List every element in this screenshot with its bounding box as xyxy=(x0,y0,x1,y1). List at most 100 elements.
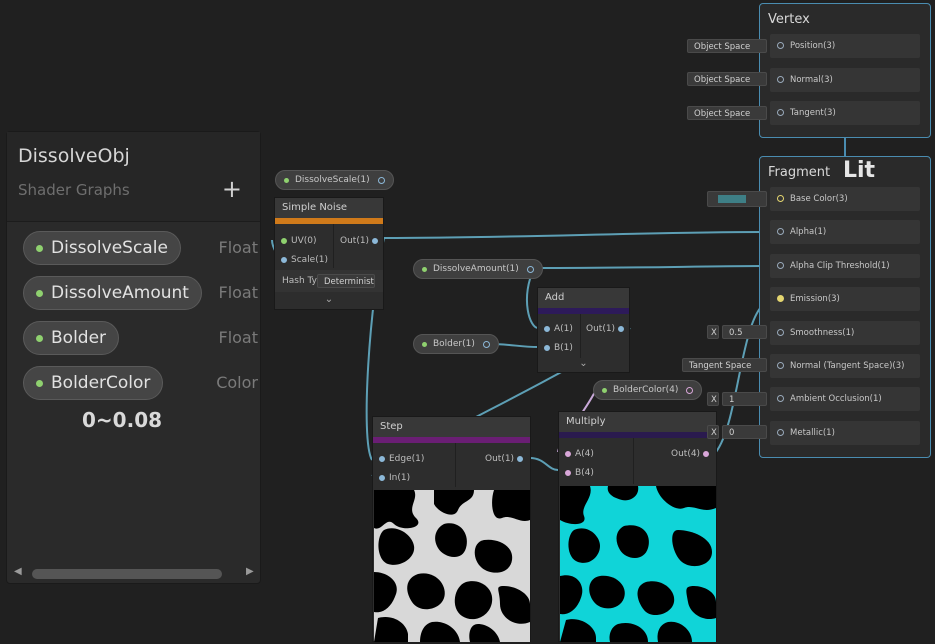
tangent-space-field[interactable]: Object Space xyxy=(687,106,767,120)
divider xyxy=(455,443,456,487)
port-icon xyxy=(777,362,784,369)
normal-space-field[interactable]: Tangent Space xyxy=(682,358,767,372)
input-port-b[interactable]: B(4) xyxy=(565,468,594,478)
vertex-slot-position[interactable]: Position(3) xyxy=(770,34,920,58)
smoothness-field[interactable]: 0.5 xyxy=(722,325,767,339)
port-icon xyxy=(544,325,550,332)
port-label: Out(4) xyxy=(671,449,701,459)
multiply-node[interactable]: Multiply A(4) B(4) Out(4) xyxy=(558,411,717,642)
wire-amount-to-clip xyxy=(533,265,771,269)
fragment-context[interactable]: Fragment Base Color(3) Alpha(1) Alpha Cl… xyxy=(759,156,931,458)
ao-x-label: X xyxy=(707,392,719,406)
position-space-field[interactable]: Object Space xyxy=(687,39,767,53)
divider xyxy=(333,224,334,268)
output-port-out[interactable]: Out(1) xyxy=(485,454,527,464)
property-pill-boldercolor[interactable]: BolderColor xyxy=(23,366,164,400)
property-node-dissolvescale[interactable]: DissolveScale(1) xyxy=(275,170,394,190)
node-title: Add xyxy=(538,288,629,308)
property-type: Color xyxy=(216,373,258,392)
output-port-icon[interactable] xyxy=(482,340,490,348)
input-port-scale[interactable]: Scale(1) xyxy=(281,255,328,265)
wire-noise-out-to-alpha xyxy=(383,231,771,239)
port-label: B(4) xyxy=(575,468,594,478)
exposed-dot-icon xyxy=(36,244,43,252)
fragment-slot-emission[interactable]: Emission(3) xyxy=(770,287,920,311)
lit-label: Lit xyxy=(843,158,876,183)
scroll-thumb[interactable] xyxy=(32,569,222,579)
output-port-icon[interactable] xyxy=(686,386,694,394)
base-color-field[interactable] xyxy=(707,191,767,207)
input-port-edge[interactable]: Edge(1) xyxy=(379,454,424,464)
input-port-a[interactable]: A(4) xyxy=(565,449,594,459)
property-row: BolderColor Color xyxy=(23,366,258,402)
input-port-a[interactable]: A(1) xyxy=(544,324,573,334)
property-node-boldercolor[interactable]: BolderColor(4) xyxy=(593,380,703,400)
base-color-swatch[interactable] xyxy=(718,195,746,203)
property-pill-bolder[interactable]: Bolder xyxy=(23,321,120,355)
ao-field[interactable]: 1 xyxy=(722,392,767,406)
port-label: Edge(1) xyxy=(389,454,425,464)
hash-type-dropdown[interactable]: Deterministic xyxy=(317,274,375,288)
horizontal-scrollbar[interactable]: ◀ ▶ xyxy=(6,566,261,582)
port-label: B(1) xyxy=(554,343,573,353)
input-port-uv[interactable]: UV(0) xyxy=(281,236,317,246)
add-property-button[interactable]: + xyxy=(222,175,242,203)
scroll-left-icon[interactable]: ◀ xyxy=(14,566,22,577)
vertex-context[interactable]: Vertex Position(3) Normal(3) Tangent(3) xyxy=(759,3,931,138)
expand-preview-icon[interactable]: ⌄ xyxy=(275,294,383,305)
port-label: Scale(1) xyxy=(291,255,328,265)
output-port-icon[interactable] xyxy=(377,176,385,184)
input-port-b[interactable]: B(1) xyxy=(544,343,573,353)
node-title: Multiply xyxy=(559,412,716,432)
exposed-dot-icon xyxy=(284,177,289,183)
slot-label: Smoothness(1) xyxy=(790,328,855,338)
port-label: UV(0) xyxy=(291,236,317,246)
fragment-slot-ao[interactable]: Ambient Occlusion(1) xyxy=(770,387,920,411)
property-row: DissolveScale Float xyxy=(23,231,258,267)
property-node-bolder[interactable]: Bolder(1) xyxy=(413,334,499,354)
port-icon xyxy=(281,237,287,244)
port-icon xyxy=(516,455,523,462)
expand-preview-icon[interactable]: ⌄ xyxy=(538,358,629,369)
fragment-slot-metallic[interactable]: Metallic(1) xyxy=(770,421,920,445)
blackboard-subtitle: Shader Graphs xyxy=(18,181,130,199)
property-node-label: DissolveScale(1) xyxy=(295,175,370,185)
input-port-in[interactable]: In(1) xyxy=(379,473,410,483)
fragment-slot-alpha-clip[interactable]: Alpha Clip Threshold(1) xyxy=(770,254,920,278)
graph-canvas[interactable]: DissolveObj Shader Graphs + DissolveScal… xyxy=(0,0,935,644)
output-port-out[interactable]: Out(1) xyxy=(340,236,382,246)
fragment-slot-smoothness[interactable]: Smoothness(1) xyxy=(770,321,920,345)
exposed-dot-icon xyxy=(422,341,427,347)
port-icon xyxy=(379,474,385,481)
port-icon xyxy=(777,429,784,436)
scroll-right-icon[interactable]: ▶ xyxy=(246,566,254,577)
property-pill-dissolvescale[interactable]: DissolveScale xyxy=(23,231,181,265)
slot-label: Emission(3) xyxy=(790,294,840,304)
node-category-bar xyxy=(275,218,383,224)
slot-label: Normal(3) xyxy=(790,75,833,85)
output-port-icon[interactable] xyxy=(526,265,534,273)
property-pill-dissolveamount[interactable]: DissolveAmount xyxy=(23,276,202,310)
vertex-slot-normal[interactable]: Normal(3) xyxy=(770,68,920,92)
add-node[interactable]: Add A(1) B(1) Out(1) ⌄ xyxy=(537,287,630,373)
fragment-slot-normal[interactable]: Normal (Tangent Space)(3) xyxy=(770,354,920,378)
metallic-field[interactable]: 0 xyxy=(722,425,767,439)
output-port-out[interactable]: Out(1) xyxy=(586,324,628,334)
vertex-slot-tangent[interactable]: Tangent(3) xyxy=(770,101,920,125)
step-node[interactable]: Step Edge(1) In(1) Out(1) xyxy=(372,416,531,642)
port-icon xyxy=(777,195,784,202)
fragment-slot-alpha[interactable]: Alpha(1) xyxy=(770,220,920,244)
port-icon xyxy=(777,228,784,235)
property-node-label: BolderColor(4) xyxy=(613,385,679,395)
simple-noise-node[interactable]: Simple Noise UV(0) Scale(1) Out(1) Hash … xyxy=(274,197,384,310)
output-port-out[interactable]: Out(4) xyxy=(671,449,713,459)
slot-label: Alpha Clip Threshold(1) xyxy=(790,261,890,271)
divider xyxy=(580,314,581,358)
hash-type-label: Hash Ty xyxy=(282,276,317,286)
property-node-dissolveamount[interactable]: DissolveAmount(1) xyxy=(413,259,543,279)
fragment-slot-base-color[interactable]: Base Color(3) xyxy=(770,187,920,211)
property-type: Float xyxy=(218,238,258,257)
property-row: DissolveAmount Float xyxy=(23,276,258,312)
normal-space-field[interactable]: Object Space xyxy=(687,72,767,86)
node-category-bar xyxy=(559,432,716,438)
